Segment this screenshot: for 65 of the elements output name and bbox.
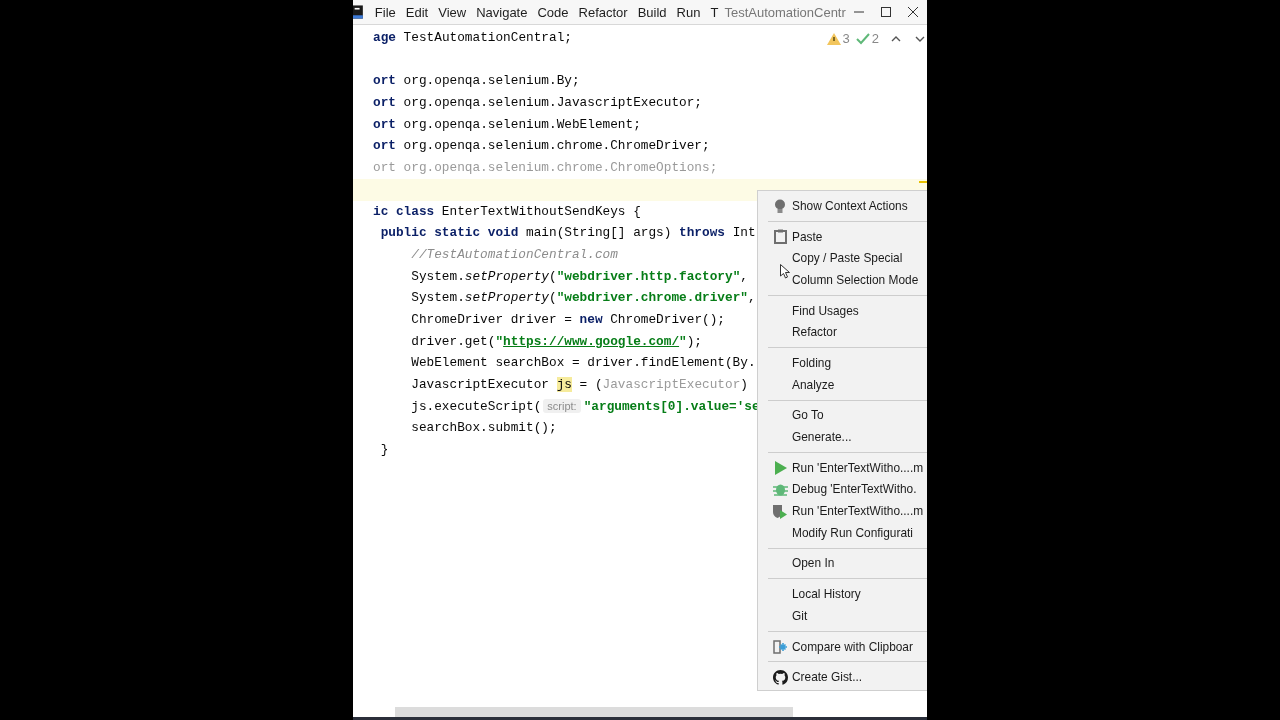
code-line: ChromeDriver driver = new ChromeDriver();	[410, 310, 725, 329]
compare-icon	[772, 638, 788, 655]
menu-option[interactable]: Open In	[758, 552, 927, 575]
menu-option[interactable]: Git	[758, 605, 927, 627]
menu-option[interactable]: Show Context Actions	[758, 195, 927, 217]
code-line: ort org.openqa.selenium.JavascriptExecutor;	[373, 94, 703, 113]
menu-option[interactable]: Go To	[758, 404, 927, 427]
code-line: js.executeScript( script: "arguments[0].value='se	[410, 397, 760, 416]
code-line: searchBox.submit();	[410, 419, 557, 438]
menu-option[interactable]: Debug 'EnterTextWitho.	[758, 478, 927, 501]
menu-item[interactable]: File	[374, 2, 396, 22]
window-title: TestAutomationCentr	[724, 4, 846, 20]
code-line: }	[379, 441, 389, 460]
menu-option[interactable]: Compare with Clipboar	[758, 635, 927, 658]
menu-item[interactable]: View	[438, 2, 467, 22]
menu-option[interactable]: Analyze	[758, 373, 927, 396]
close-icon[interactable]	[908, 7, 919, 17]
menu-option[interactable]: Column Selection Mode	[758, 269, 927, 291]
horizontal-scrollbar[interactable]	[395, 707, 793, 717]
menu-option[interactable]: Run 'EnterTextWitho....m	[758, 500, 927, 522]
code-line: ort org.openqa.selenium.By;	[373, 72, 580, 91]
clipboard-icon	[773, 229, 787, 245]
menu-option[interactable]: Copy / Paste Special	[758, 247, 927, 270]
menu-option[interactable]: Run 'EnterTextWitho....m	[758, 456, 927, 479]
warning-icon[interactable]	[826, 32, 841, 45]
menu-item[interactable]: Navigate	[476, 2, 528, 22]
menu-item[interactable]: Edit	[405, 2, 429, 22]
bug-icon	[772, 482, 788, 498]
code-line: ic class EnterTextWithoutSendKeys {	[373, 202, 641, 221]
menu-option[interactable]: Paste	[758, 225, 927, 248]
shield-run-icon	[772, 503, 788, 519]
menu-option[interactable]: Local History	[758, 583, 927, 605]
menu-option[interactable]: Folding	[758, 352, 927, 374]
run-icon	[773, 460, 787, 475]
menu-option[interactable]: Create Gist...	[758, 666, 927, 689]
chevron-down-icon[interactable]	[915, 35, 925, 42]
menu-item[interactable]: Code	[537, 2, 569, 22]
code-line: public static void main(String[] args) throws Int	[379, 224, 756, 243]
warning-count: 3	[842, 31, 850, 46]
menu-item[interactable]: Build	[637, 2, 667, 22]
code-line: System.setProperty("webdriver.http.factory",	[410, 267, 748, 286]
menu-item[interactable]: Refactor	[578, 2, 628, 22]
lightbulb-icon	[774, 198, 786, 214]
typo-count: 2	[871, 31, 879, 46]
menu-option[interactable]: Refactor	[758, 321, 927, 344]
code-line: ort org.openqa.selenium.chrome.ChromeDriver;	[373, 137, 710, 156]
code-line: age TestAutomationCentral;	[373, 29, 572, 47]
code-line: ort org.openqa.selenium.WebElement;	[373, 115, 641, 134]
mouse-cursor-icon	[780, 264, 790, 279]
code-line: ort org.openqa.selenium.chrome.ChromeOptions;	[373, 159, 718, 178]
menu-item[interactable]: T	[710, 2, 719, 22]
code-line: WebElement searchBox = driver.findElement(By.	[410, 354, 756, 373]
menu-option[interactable]: Find Usages	[758, 299, 927, 322]
code-line: //TestAutomationCentral.com	[410, 245, 618, 264]
check-icon[interactable]	[855, 32, 870, 45]
code-line: System.setProperty("webdriver.chrome.driver",	[410, 289, 756, 308]
menu-item[interactable]: Run	[676, 2, 701, 22]
chevron-up-icon[interactable]	[891, 35, 901, 42]
code-line: JavascriptExecutor js = (JavascriptExecutor)	[410, 376, 748, 394]
code-line: driver.get("https://www.google.com/");	[410, 332, 703, 351]
menu-option[interactable]: Modify Run Configurati	[758, 521, 927, 544]
github-icon	[772, 669, 788, 685]
app-logo-icon[interactable]	[353, 4, 363, 20]
maximize-icon[interactable]	[881, 7, 892, 17]
menu-option[interactable]: Generate...	[758, 426, 927, 448]
